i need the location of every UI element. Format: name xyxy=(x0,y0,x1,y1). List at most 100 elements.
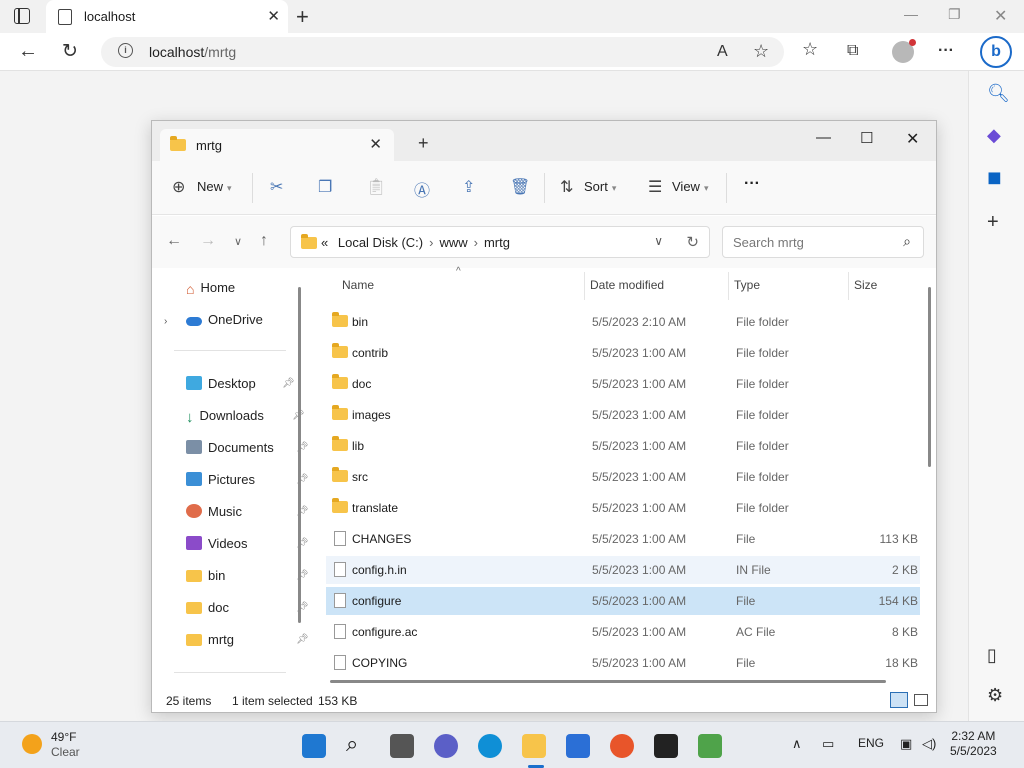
minimize-icon[interactable]: — xyxy=(904,6,918,22)
table-row[interactable]: configure 5/5/2023 1:00 AM File 154 KB xyxy=(326,587,920,615)
table-row[interactable]: bin 5/5/2023 2:10 AM File folder xyxy=(326,308,920,336)
explorer-new-tab-button[interactable]: + xyxy=(418,133,429,154)
browser-tab-localhost[interactable]: localhost ✕ xyxy=(46,0,288,33)
breadcrumb-local-disk[interactable]: Local Disk (C:) xyxy=(338,235,423,250)
profile-avatar[interactable] xyxy=(892,39,916,63)
table-row[interactable]: CHANGES 5/5/2023 1:00 AM File 113 KB xyxy=(326,525,920,553)
windows-start-icon[interactable] xyxy=(302,734,326,758)
sidebar-toggle-icon[interactable]: ▯ xyxy=(987,645,997,666)
firefox-icon[interactable] xyxy=(610,734,634,758)
nav-item-mrtg[interactable]: mrtg 📌︎ xyxy=(186,632,309,654)
table-row[interactable]: lib 5/5/2023 1:00 AM File folder xyxy=(326,432,920,460)
terminal-icon[interactable] xyxy=(654,734,678,758)
table-row[interactable]: doc 5/5/2023 1:00 AM File folder xyxy=(326,370,920,398)
see-more-button[interactable]: ··· xyxy=(744,175,760,193)
column-header-type[interactable]: Type xyxy=(734,278,760,292)
file-list-scrollbar[interactable] xyxy=(928,287,931,467)
recent-locations-icon[interactable]: ∨ xyxy=(234,235,242,248)
column-divider[interactable] xyxy=(584,272,585,300)
column-divider[interactable] xyxy=(848,272,849,300)
back-arrow-icon[interactable]: ← xyxy=(166,232,182,250)
store-icon[interactable] xyxy=(566,734,590,758)
copy-icon[interactable]: ❐ xyxy=(318,177,332,197)
table-row[interactable]: translate 5/5/2023 1:00 AM File folder xyxy=(326,494,920,522)
moon-weather-icon[interactable] xyxy=(22,734,42,754)
new-button[interactable]: New ▾ xyxy=(197,179,232,194)
paste-icon[interactable]: 📋︎ xyxy=(366,177,386,197)
taskbar-search-icon[interactable]: ⌕ xyxy=(346,731,370,756)
nav-item-documents[interactable]: Documents 📌︎ xyxy=(186,440,309,462)
nav-item-music[interactable]: Music 📌︎ xyxy=(186,504,309,526)
nav-item-pictures[interactable]: Pictures 📌︎ xyxy=(186,472,309,494)
table-row[interactable]: configure.ac 5/5/2023 1:00 AM AC File 8 KB xyxy=(326,618,920,646)
column-header-name[interactable]: Name xyxy=(342,278,374,292)
refresh-icon[interactable]: ↻ xyxy=(62,40,78,63)
nav-pane-scrollbar[interactable] xyxy=(298,287,301,623)
favorites-icon[interactable]: ☆ xyxy=(802,39,818,60)
explorer-close-icon[interactable]: ✕ xyxy=(906,129,919,149)
nav-item-onedrive[interactable]: OneDrive xyxy=(186,312,263,334)
table-row[interactable]: COPYING 5/5/2023 1:00 AM File 18 KB xyxy=(326,649,920,677)
tiles-view-button[interactable] xyxy=(914,694,928,706)
horizontal-scrollbar[interactable] xyxy=(330,680,886,683)
office-icon[interactable]: ◆ xyxy=(987,125,1001,146)
breadcrumb-mrtg[interactable]: mrtg xyxy=(484,235,510,250)
sort-button[interactable]: Sort ▾ xyxy=(584,179,616,194)
details-view-button[interactable] xyxy=(890,692,908,708)
cut-icon[interactable]: ✂ xyxy=(270,177,283,197)
search-icon[interactable]: 🔍︎ xyxy=(987,83,1010,104)
close-window-icon[interactable]: ✕ xyxy=(994,6,1007,26)
pin-icon[interactable]: 📌︎ xyxy=(282,378,295,389)
column-divider[interactable] xyxy=(728,272,729,300)
table-row[interactable]: config.h.in 5/5/2023 1:00 AM IN File 2 KB xyxy=(326,556,920,584)
settings-gear-icon[interactable]: ⚙ xyxy=(987,685,1003,706)
breadcrumb-www[interactable]: www xyxy=(439,235,467,250)
column-header-size[interactable]: Size xyxy=(854,278,877,292)
nav-item-home[interactable]: ⌂ Home xyxy=(186,280,235,302)
explorer-tab-mrtg[interactable]: mrtg ✕ xyxy=(160,129,394,161)
new-tab-button[interactable]: + xyxy=(296,4,309,30)
rename-icon[interactable]: Ⓐ xyxy=(414,177,430,201)
share-icon[interactable]: ⇪ xyxy=(462,177,475,197)
nav-item-doc[interactable]: doc 📌︎ xyxy=(186,600,309,622)
collections-icon[interactable]: ⧉ xyxy=(847,42,858,60)
close-tab-icon[interactable]: ✕ xyxy=(267,7,280,25)
nav-item-desktop[interactable]: Desktop 📌︎ xyxy=(186,376,295,398)
pin-icon[interactable]: 📌︎ xyxy=(296,634,309,645)
table-row[interactable]: src 5/5/2023 1:00 AM File folder xyxy=(326,463,920,491)
forward-arrow-icon[interactable]: → xyxy=(200,232,216,250)
explorer-minimize-icon[interactable]: — xyxy=(816,129,831,146)
edge-browser-icon[interactable] xyxy=(478,734,502,758)
nav-item-downloads[interactable]: ↓Downloads📌︎ xyxy=(186,408,305,430)
up-arrow-icon[interactable]: ↑ xyxy=(260,232,268,250)
close-tab-icon[interactable]: ✕ xyxy=(369,135,382,153)
back-icon[interactable]: ← xyxy=(18,40,38,63)
refresh-icon[interactable]: ↻ xyxy=(686,233,699,251)
clock[interactable]: 2:32 AM 5/5/2023 xyxy=(950,729,997,759)
restore-icon[interactable]: ❐ xyxy=(948,6,961,23)
weather-widget[interactable]: 49°F Clear xyxy=(51,730,80,760)
file-explorer-icon[interactable] xyxy=(522,734,546,758)
site-info-icon[interactable]: i xyxy=(118,43,133,58)
explorer-maximize-icon[interactable]: ☐ xyxy=(860,129,873,147)
add-sidebar-app-icon[interactable]: + xyxy=(987,211,999,234)
bing-chat-icon[interactable]: b xyxy=(980,36,1012,68)
view-button[interactable]: View ▾ xyxy=(672,179,708,194)
breadcrumb-overflow[interactable]: « xyxy=(321,235,328,250)
address-dropdown-icon[interactable]: ∨ xyxy=(654,234,663,248)
column-header-date[interactable]: Date modified xyxy=(590,278,664,292)
chat-icon[interactable] xyxy=(434,734,458,758)
language-indicator[interactable]: ENG xyxy=(858,736,884,750)
url-input[interactable]: i localhost/mrtg A ☆ xyxy=(101,37,784,67)
more-menu-icon[interactable]: ··· xyxy=(938,42,954,60)
tab-actions-icon[interactable] xyxy=(14,8,30,24)
delete-icon[interactable]: 🗑︎ xyxy=(510,177,530,197)
display-icon[interactable]: ▭ xyxy=(822,736,834,752)
table-row[interactable]: contrib 5/5/2023 1:00 AM File folder xyxy=(326,339,920,367)
nav-item-bin[interactable]: bin 📌︎ xyxy=(186,568,309,590)
network-icon[interactable]: ▣ xyxy=(900,736,912,752)
nav-item-videos[interactable]: Videos 📌︎ xyxy=(186,536,309,558)
show-hidden-icons-icon[interactable]: ∧ xyxy=(792,736,802,752)
search-input[interactable]: Search mrtg ⌕ xyxy=(722,226,924,258)
read-aloud-icon[interactable]: A xyxy=(717,43,728,61)
